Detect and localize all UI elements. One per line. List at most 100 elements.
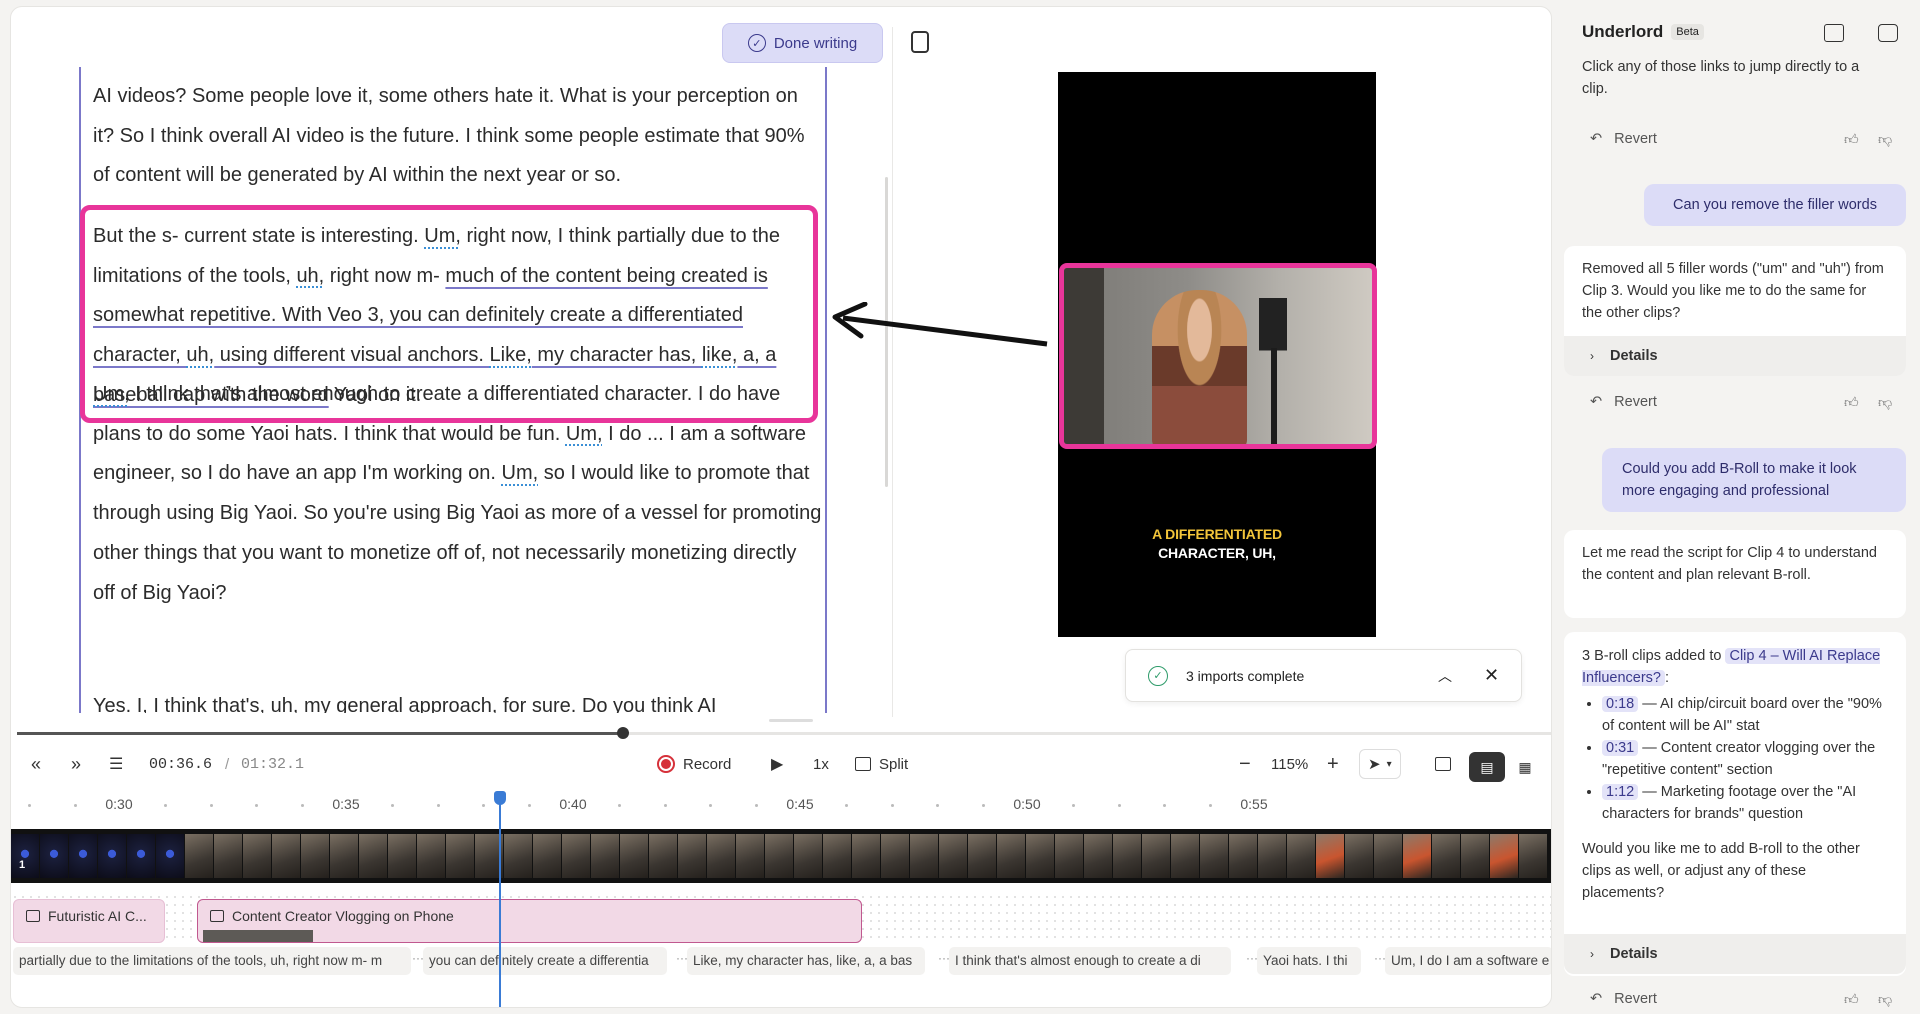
thumbs-up-icon[interactable]: 👍︎ bbox=[1844, 131, 1859, 148]
timestamp-link[interactable]: 0:18 bbox=[1602, 696, 1639, 712]
ai-message: 3 B-roll clips added to Clip 4 – Will AI… bbox=[1564, 632, 1906, 976]
single-view-icon[interactable] bbox=[1435, 746, 1451, 782]
thumbs-down-icon[interactable]: 👎︎ bbox=[1878, 394, 1892, 411]
phone-layout-icon[interactable] bbox=[911, 31, 929, 53]
thumbs-down-icon[interactable]: 👎︎ bbox=[1878, 991, 1892, 1008]
broll-list-item: 0:18 — AI chip/circuit board over the "9… bbox=[1602, 693, 1888, 737]
ruler-dot bbox=[527, 804, 531, 807]
timestamp-link[interactable]: 0:31 bbox=[1602, 740, 1639, 756]
revert-button[interactable]: ↶ Revert bbox=[1590, 131, 1657, 147]
transcript-segment[interactable]: Um, I do I am a software e bbox=[1385, 947, 1551, 975]
play-icon[interactable]: ▶ bbox=[771, 746, 783, 782]
revert-button[interactable]: ↶ Revert bbox=[1590, 991, 1657, 1007]
script-text: AI videos? Some people love it, some oth… bbox=[93, 85, 805, 187]
video-thumbnail bbox=[620, 834, 648, 878]
filler-word[interactable]: Um, bbox=[424, 225, 461, 247]
imports-toast: ✓ 3 imports complete ︿ ✕ bbox=[1125, 649, 1522, 702]
broll-clip[interactable]: Content Creator Vlogging on Phone bbox=[197, 899, 862, 943]
zoom-level: 115% bbox=[1271, 755, 1309, 773]
chapters-icon[interactable]: ☰ bbox=[109, 746, 123, 782]
filler-word[interactable]: like, bbox=[702, 344, 738, 366]
video-thumbnail bbox=[504, 834, 532, 878]
ruler-dot bbox=[663, 804, 667, 807]
video-thumbnail bbox=[156, 834, 184, 878]
broll-clip[interactable]: Futuristic AI C... bbox=[13, 899, 165, 943]
grid-view-button[interactable]: ▦ bbox=[1507, 749, 1543, 785]
video-thumbnail bbox=[388, 834, 416, 878]
filler-word[interactable]: uh, bbox=[296, 265, 324, 287]
transcript-segment[interactable]: Yaoi hats. I thi bbox=[1257, 947, 1361, 975]
zoom-out-icon[interactable]: − bbox=[1239, 746, 1251, 782]
ruler-dot bbox=[482, 804, 486, 807]
skip-forward-icon[interactable]: » bbox=[71, 746, 81, 782]
record-icon bbox=[657, 755, 675, 773]
speed-button[interactable]: 1x bbox=[813, 746, 829, 782]
script-editor[interactable]: AI videos? Some people love it, some oth… bbox=[79, 67, 827, 713]
broll-clip-label: Futuristic AI C... bbox=[48, 908, 147, 924]
video-thumbnail bbox=[127, 834, 155, 878]
video-thumbnail bbox=[1490, 834, 1518, 878]
revert-row: ↶ Revert 👍︎ 👎︎ bbox=[1564, 124, 1906, 154]
close-icon[interactable]: ✕ bbox=[1484, 665, 1499, 686]
timeline-view-button[interactable]: ▤ bbox=[1469, 749, 1505, 785]
grid-view-icon: ▦ bbox=[1518, 758, 1532, 775]
progress-knob[interactable] bbox=[616, 727, 629, 739]
transcript-segment[interactable]: I think that's almost enough to create a… bbox=[949, 947, 1231, 975]
ruler-tick-label: 0:40 bbox=[559, 796, 587, 812]
filler-word[interactable]: Um, bbox=[502, 462, 539, 484]
filler-word[interactable]: Um, bbox=[93, 383, 130, 405]
chat-history-icon[interactable] bbox=[1878, 24, 1898, 42]
revert-button[interactable]: ↶ Revert bbox=[1590, 394, 1657, 410]
transcript-segment[interactable]: partially due to the limitations of the … bbox=[13, 947, 411, 975]
ai-message: Let me read the script for Clip 4 to und… bbox=[1564, 530, 1906, 618]
video-thumbnail bbox=[1026, 834, 1054, 878]
transcript-segment[interactable]: Like, my character has, like, a, a bas bbox=[687, 947, 925, 975]
cursor-tool-dropdown[interactable]: ➤ ▾ bbox=[1359, 749, 1401, 779]
ruler-dot bbox=[1163, 804, 1167, 807]
presenter-image bbox=[1152, 290, 1247, 444]
script-paragraph[interactable]: Yes. I, I think that's, uh, my general a… bbox=[93, 687, 823, 713]
thumbs-up-icon[interactable]: 👍︎ bbox=[1844, 394, 1859, 411]
video-thumbnail bbox=[765, 834, 793, 878]
timestamp-link[interactable]: 1:12 bbox=[1602, 784, 1639, 800]
video-thumbnail bbox=[591, 834, 619, 878]
filler-word[interactable]: Um, bbox=[566, 423, 603, 445]
video-track[interactable]: 1 bbox=[11, 829, 1551, 883]
playhead[interactable] bbox=[494, 791, 506, 1007]
split-button[interactable]: Split bbox=[855, 746, 908, 782]
undo-icon: ↶ bbox=[1590, 394, 1603, 410]
ruler-dot bbox=[391, 804, 395, 807]
chevron-up-icon[interactable]: ︿ bbox=[1438, 666, 1452, 686]
horizontal-scroll-thumb[interactable] bbox=[769, 719, 813, 722]
chevron-right-icon: › bbox=[1590, 947, 1594, 961]
thumbs-down-icon[interactable]: 👎︎ bbox=[1878, 131, 1892, 148]
ruler-dot bbox=[936, 804, 940, 807]
filler-word[interactable]: uh, bbox=[186, 344, 214, 366]
skip-back-icon[interactable]: « bbox=[31, 746, 41, 782]
broll-frame[interactable] bbox=[1059, 263, 1377, 449]
sidebar-title: Underlord bbox=[1582, 22, 1664, 41]
ruler-dot bbox=[845, 804, 849, 807]
video-thumbnail bbox=[1374, 834, 1402, 878]
transcript-segment[interactable]: you can definitely create a differentia bbox=[423, 947, 667, 975]
filler-word[interactable]: Like, bbox=[490, 344, 532, 366]
video-thumbnail bbox=[1461, 834, 1489, 878]
record-button[interactable]: Record bbox=[657, 746, 731, 782]
ruler-dot bbox=[1072, 804, 1076, 807]
video-thumbnail bbox=[707, 834, 735, 878]
done-writing-button[interactable]: ✓ Done writing bbox=[722, 23, 883, 63]
ruler-dot bbox=[1117, 804, 1121, 807]
new-chat-icon[interactable] bbox=[1824, 24, 1844, 42]
details-toggle[interactable]: › Details bbox=[1564, 934, 1906, 974]
timeline-ruler[interactable]: 0:30 0:35 0:40 0:45 0:50 0:55 bbox=[11, 791, 1551, 831]
ruler-dot bbox=[28, 804, 32, 807]
script-paragraph[interactable]: AI videos? Some people love it, some oth… bbox=[93, 77, 823, 196]
script-paragraph[interactable]: Um, I think that's almost enough to crea… bbox=[93, 375, 823, 613]
thumbs-up-icon[interactable]: 👍︎ bbox=[1844, 991, 1859, 1008]
zoom-in-icon[interactable]: + bbox=[1327, 746, 1339, 782]
broll-description: — Content creator vlogging over the "rep… bbox=[1602, 740, 1876, 778]
timeline-view-icon: ▤ bbox=[1469, 752, 1505, 782]
playback-progress[interactable] bbox=[17, 727, 1551, 739]
transcript-track[interactable]: partially due to the limitations of the … bbox=[11, 947, 1551, 977]
details-toggle[interactable]: › Details bbox=[1564, 336, 1906, 376]
